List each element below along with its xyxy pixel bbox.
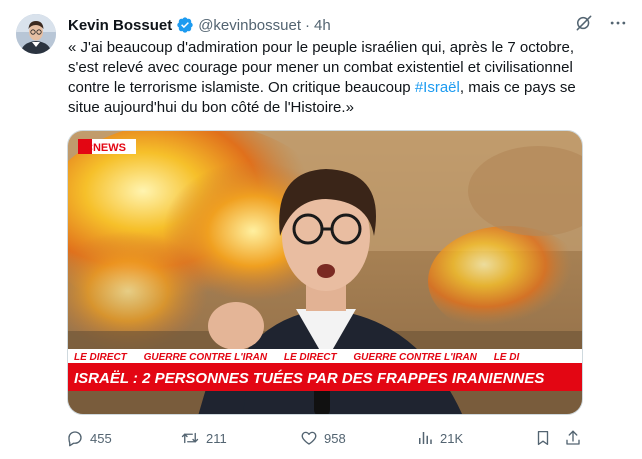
avatar[interactable] [16, 14, 56, 54]
like-count: 958 [324, 430, 346, 446]
tweet[interactable]: Kevin Bossuet @kevinbossuet · 4h « J'ai … [0, 0, 642, 459]
like-icon [300, 429, 318, 447]
bookmark-button[interactable] [534, 429, 552, 447]
tweet-header: Kevin Bossuet @kevinbossuet · 4h [68, 15, 628, 35]
reply-count: 455 [90, 430, 112, 446]
tweet-text: « J'ai beaucoup d'admiration pour le peu… [68, 38, 598, 118]
like-button[interactable]: 958 [300, 429, 346, 447]
reply-icon [66, 429, 84, 447]
news-banner: ISRAËL : 2 PERSONNES TUÉES PAR DES FRAPP… [74, 370, 544, 387]
repost-count: 211 [206, 430, 227, 446]
more-icon[interactable] [608, 13, 628, 37]
separator-dot: · [304, 16, 310, 34]
reply-button[interactable]: 455 [66, 429, 112, 447]
share-icon [564, 429, 582, 447]
channel-logo: CNEWS [85, 142, 126, 154]
ticker-item: GUERRE CONTRE L'IRAN [353, 352, 477, 363]
repost-icon [180, 429, 200, 447]
repost-button[interactable]: 211 [180, 429, 227, 447]
grok-icon[interactable] [574, 13, 594, 37]
views-count: 21K [440, 430, 464, 446]
views-button[interactable]: 21K [416, 429, 463, 447]
ticker-item: LE DIRECT [284, 352, 338, 363]
views-icon [416, 429, 434, 447]
ticker-item: GUERRE CONTRE L'IRAN [144, 352, 268, 363]
ticker-item: LE DI [494, 352, 520, 363]
hashtag-link[interactable]: #Israël [415, 79, 460, 96]
tweet-timestamp[interactable]: 4h [314, 17, 331, 34]
author-handle[interactable]: @kevinbossuet [198, 17, 301, 34]
share-button[interactable] [564, 429, 582, 447]
verified-badge-icon[interactable] [176, 16, 194, 34]
bookmark-icon [534, 429, 552, 447]
action-bar: 455 211 958 21K [66, 428, 586, 448]
tweet-media[interactable]: CNEWS LE DIRECT GUERRE CONTRE L'IRAN LE … [67, 130, 583, 415]
ticker-item: LE DIRECT [74, 352, 128, 363]
author-name[interactable]: Kevin Bossuet [68, 17, 172, 34]
